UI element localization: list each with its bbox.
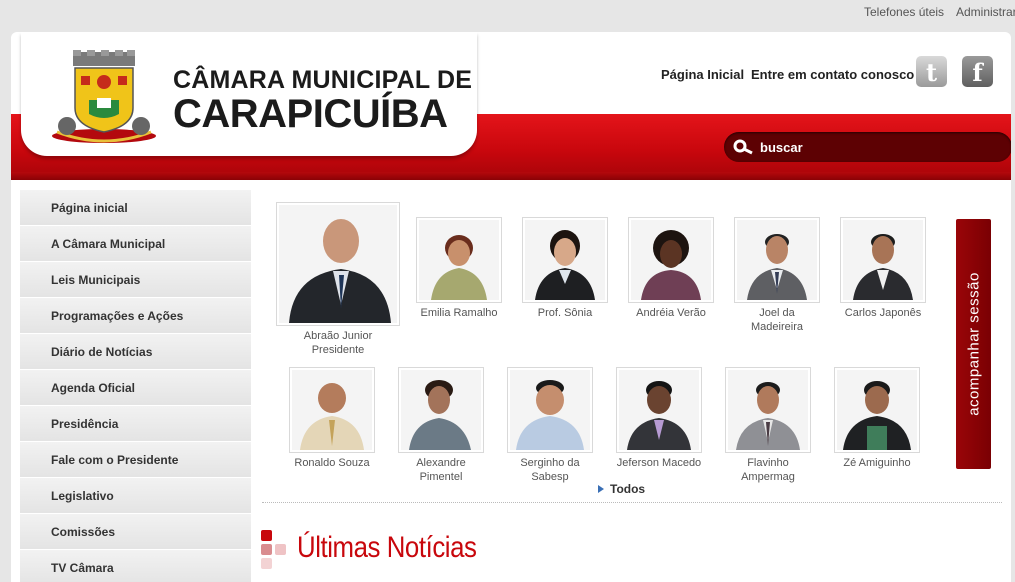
councilor-photo[interactable] <box>840 217 926 303</box>
president-name: Abraão Junior <box>303 330 373 342</box>
sidebar-item-chamber[interactable]: A Câmara Municipal <box>20 226 251 262</box>
councilor-photo[interactable] <box>416 217 502 303</box>
councilor-photo[interactable] <box>522 217 608 303</box>
facebook-icon[interactable]: f <box>962 56 993 87</box>
sidebar-item-contact-president[interactable]: Fale com o Presidente <box>20 442 251 478</box>
portrait <box>525 220 605 300</box>
sidebar-item-tv[interactable]: TV Câmara <box>20 550 251 582</box>
councilor-photo[interactable] <box>628 217 714 303</box>
sidebar-menu: Página inicial A Câmara Municipal Leis M… <box>20 190 251 582</box>
councilor-name: Ronaldo Souza <box>294 457 370 469</box>
portrait <box>728 370 808 450</box>
councilor-name: Jeferson Macedo <box>616 457 702 469</box>
councilor-name: Joel da Madeireira <box>751 307 803 333</box>
portrait <box>419 220 499 300</box>
councilor-name: Serginho da Sabesp <box>520 457 580 483</box>
site-title-line1: CÂMARA MUNICIPAL DE <box>173 66 473 94</box>
portrait <box>619 370 699 450</box>
all-councilors-link[interactable]: Todos <box>598 482 645 496</box>
councilor-photo[interactable] <box>289 367 375 453</box>
president-photo[interactable] <box>276 202 400 326</box>
sidebar-item-agenda[interactable]: Agenda Oficial <box>20 370 251 406</box>
councilor-photo[interactable] <box>734 217 820 303</box>
home-link-wrap: Página Inicial <box>661 66 744 84</box>
follow-session-button[interactable]: acompanhar sessão <box>956 219 991 469</box>
portrait <box>837 370 917 450</box>
councilor-photo[interactable] <box>725 367 811 453</box>
sidebar-item-legislative[interactable]: Legislativo <box>20 478 251 514</box>
triangle-right-icon <box>598 485 604 493</box>
latest-news-heading: Últimas Notícias <box>297 531 477 564</box>
portrait <box>843 220 923 300</box>
section-divider <box>262 502 1002 503</box>
councilor-photo[interactable] <box>507 367 593 453</box>
councilor-name: Zé Amiguinho <box>843 457 911 469</box>
sidebar-item-presidency[interactable]: Presidência <box>20 406 251 442</box>
councilor-name: Andréia Verão <box>636 307 706 319</box>
sidebar-item-committees[interactable]: Comissões <box>20 514 251 550</box>
utility-bar: Telefones úteis Administrar <box>0 0 1015 24</box>
portrait <box>510 370 590 450</box>
portrait <box>737 220 817 300</box>
search-icon[interactable] <box>733 139 755 155</box>
contact-link[interactable]: Entre em contato conosco <box>751 67 914 82</box>
news-squares-icon <box>261 530 286 569</box>
phones-link[interactable]: Telefones úteis <box>864 5 944 19</box>
president-role: Presidente <box>311 344 365 356</box>
search-input[interactable] <box>760 138 1000 156</box>
follow-session-label: acompanhar sessão <box>965 272 982 416</box>
councilor-photo[interactable] <box>398 367 484 453</box>
portrait <box>279 205 397 323</box>
portrait <box>292 370 372 450</box>
site-title-line2: CARAPICUÍBA <box>173 92 448 136</box>
sidebar-item-news-diary[interactable]: Diário de Notícias <box>20 334 251 370</box>
councilor-name: Flavinho Ampermag <box>741 457 795 483</box>
contact-link-wrap: Entre em contato conosco <box>751 66 914 84</box>
admin-link[interactable]: Administrar <box>956 5 1015 19</box>
portrait <box>631 220 711 300</box>
councilor-name: Emilia Ramalho <box>420 307 498 319</box>
twitter-icon[interactable]: t <box>916 56 947 87</box>
sidebar-item-home[interactable]: Página inicial <box>20 190 251 226</box>
councilor-name: Prof. Sônia <box>537 307 593 319</box>
sidebar-item-laws[interactable]: Leis Municipais <box>20 262 251 298</box>
portrait <box>401 370 481 450</box>
home-link[interactable]: Página Inicial <box>661 67 744 82</box>
logo-area[interactable]: CÂMARA MUNICIPAL DE CARAPICUÍBA <box>21 32 477 156</box>
councilor-name: Alexandre Pimentel <box>416 457 466 483</box>
coat-of-arms-logo <box>52 50 156 143</box>
search-box <box>724 132 1011 162</box>
councilor-name: Carlos Japonês <box>844 307 922 319</box>
sidebar-item-programs[interactable]: Programações e Ações <box>20 298 251 334</box>
all-councilors-label: Todos <box>610 482 646 496</box>
councilor-photo[interactable] <box>834 367 920 453</box>
councilor-photo[interactable] <box>616 367 702 453</box>
